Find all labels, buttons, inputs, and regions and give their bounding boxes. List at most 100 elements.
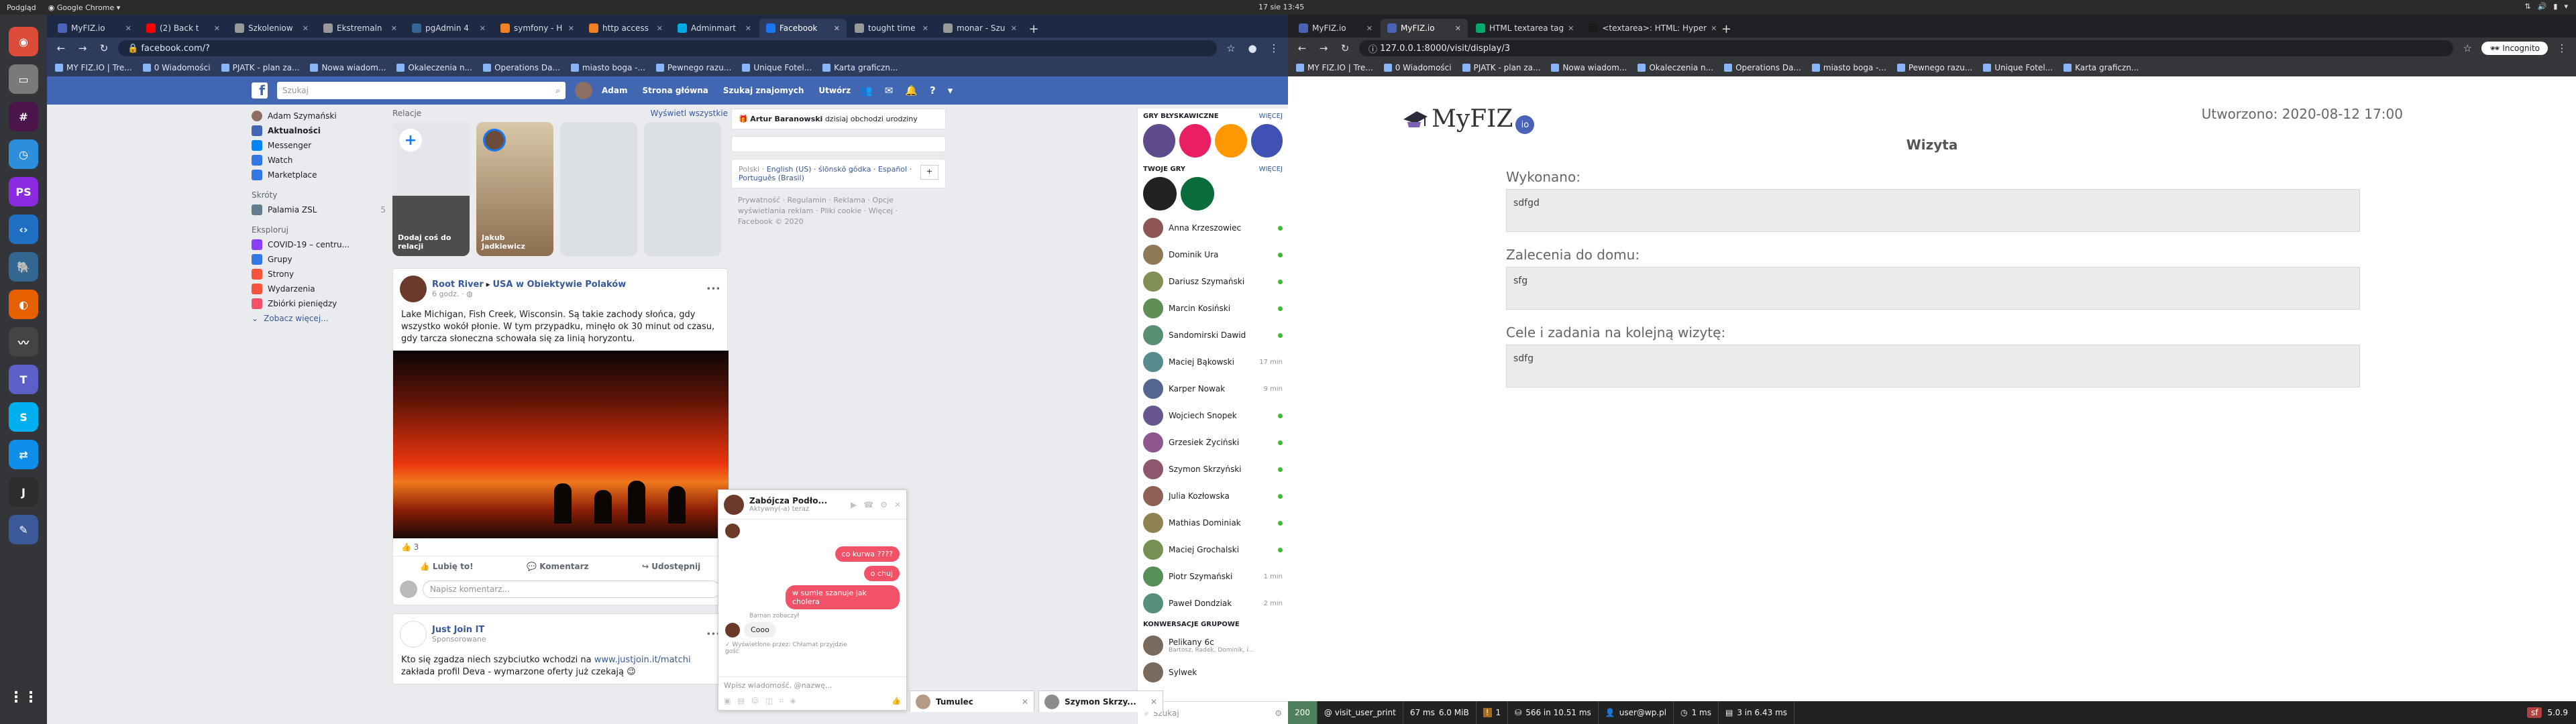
contact-item[interactable]: Sandomirski Dawid: [1138, 322, 1288, 349]
bookmark-item[interactable]: PJATK - plan za...: [1462, 63, 1540, 72]
sticker-icon[interactable]: ◫: [765, 697, 772, 706]
post-time[interactable]: 6 godz.: [432, 290, 459, 298]
next-visit-goals-field[interactable]: sdfg: [1506, 345, 2360, 387]
logs-panel[interactable]: ! 1: [1477, 701, 1509, 724]
battery-icon[interactable]: ▮: [2553, 2, 2557, 11]
facebook-logo-icon[interactable]: f: [252, 82, 268, 99]
bookmark-item[interactable]: Karta graficzn...: [2063, 63, 2139, 72]
browser-tab[interactable]: MyFIZ.io ✕: [51, 19, 138, 38]
status-code[interactable]: 200: [1288, 701, 1318, 724]
close-icon[interactable]: ✕: [1455, 24, 1461, 33]
game-icon[interactable]: [1143, 124, 1175, 158]
address-bar[interactable]: 🔒 facebook.com/?: [118, 40, 1217, 56]
menu-icon[interactable]: ⋮: [2555, 42, 2569, 54]
browser-tab[interactable]: symfony - H ✕: [494, 19, 581, 38]
avatar[interactable]: [400, 621, 427, 648]
browser-tab[interactable]: Facebook ✕: [759, 19, 847, 38]
profile-link[interactable]: Adam: [602, 86, 627, 95]
activities-button[interactable]: Podgląd: [7, 3, 36, 12]
shortcut-item[interactable]: Palamia ZSL 5: [252, 202, 386, 217]
see-more-link[interactable]: ⌄ Zobacz więcej...: [252, 311, 386, 326]
browser-tab[interactable]: Adminmart ✕: [671, 19, 758, 38]
star-icon[interactable]: ☆: [2460, 42, 2475, 54]
contact-item[interactable]: Maciej Grochalski: [1138, 536, 1288, 563]
message-input[interactable]: Wpisz wiadomość, @nazwę... ▣ ▤ ☺ ◫ ⌗ ◈ 👍: [718, 676, 906, 710]
friends-icon[interactable]: 👥: [860, 84, 873, 97]
close-icon[interactable]: ✕: [1022, 697, 1028, 707]
nav-find-friends[interactable]: Szukaj znajomych: [723, 86, 804, 95]
contact-item[interactable]: Marcin Kosiński: [1138, 295, 1288, 322]
contact-item[interactable]: Mathias Dominiak: [1138, 509, 1288, 536]
app-menu[interactable]: ◉ Google Chrome ▾: [48, 3, 121, 12]
profile-nav-item[interactable]: Adam Szymański: [252, 109, 386, 123]
like-count[interactable]: 3: [414, 542, 419, 552]
network-icon[interactable]: ⇅: [2524, 2, 2530, 11]
browser-tab[interactable]: MyFIZ.io ✕: [1381, 19, 1468, 38]
database-panel[interactable]: ⛁ 566 in 10.51 ms: [1508, 701, 1599, 724]
phone-icon[interactable]: ☎: [863, 500, 873, 509]
monitor-icon[interactable]: 〰: [9, 327, 38, 357]
contact-item[interactable]: Dominik Ura: [1138, 241, 1288, 268]
close-icon[interactable]: ✕: [125, 24, 131, 33]
game-icon[interactable]: [1215, 124, 1247, 158]
close-icon[interactable]: ✕: [745, 24, 751, 33]
comment-input[interactable]: Napisz komentarz...: [423, 581, 720, 598]
star-icon[interactable]: ☆: [1224, 42, 1238, 54]
symfony-version[interactable]: sf 5.0.9: [2518, 707, 2576, 718]
files-icon[interactable]: ▭: [9, 64, 38, 94]
bookmark-item[interactable]: MY FIZ.IO | Tre...: [1296, 63, 1373, 72]
comment-button[interactable]: 💬 Komentarz: [527, 562, 588, 571]
browser-tab[interactable]: http access ✕: [582, 19, 669, 38]
reload-icon[interactable]: ↻: [1338, 42, 1352, 54]
add-story-card[interactable]: + Dodaj coś do relacji: [392, 122, 470, 256]
skype-icon[interactable]: S: [9, 402, 38, 432]
close-icon[interactable]: ✕: [391, 24, 397, 33]
bookmark-item[interactable]: 0 Wiadomości: [1383, 63, 1452, 72]
contact-item[interactable]: Wojciech Snopek: [1138, 402, 1288, 429]
explore-item[interactable]: COVID-19 – centru...: [252, 237, 386, 252]
browser-tab[interactable]: MyFIZ.io ✕: [1292, 19, 1379, 38]
bookmark-item[interactable]: PJATK - plan za...: [221, 63, 299, 72]
avatar[interactable]: [400, 276, 427, 302]
gif-icon[interactable]: ▤: [737, 697, 744, 706]
story-card[interactable]: Jakub Jadkiewicz: [476, 122, 553, 256]
explore-item[interactable]: Wydarzenia: [252, 282, 386, 296]
back-icon[interactable]: ←: [1295, 42, 1309, 54]
bookmark-item[interactable]: Okaleczenia n...: [1638, 63, 1713, 72]
game-icon[interactable]: [1250, 124, 1283, 158]
more-icon[interactable]: •••: [706, 284, 720, 294]
post-photo[interactable]: [393, 351, 729, 538]
dropdown-icon[interactable]: ▾: [948, 84, 953, 97]
new-tab-button[interactable]: +: [1717, 20, 1735, 38]
bookmark-item[interactable]: Unique Fotel...: [742, 63, 812, 72]
show-apps-icon[interactable]: ⋮⋮: [9, 682, 38, 712]
like-button[interactable]: 👍 Lubię to!: [420, 562, 474, 571]
bookmark-item[interactable]: Okaleczenia n...: [396, 63, 472, 72]
forward-icon[interactable]: →: [1316, 42, 1331, 54]
close-icon[interactable]: ✕: [568, 24, 574, 33]
attach-icon[interactable]: ⌗: [780, 697, 784, 706]
avatar[interactable]: [575, 82, 592, 99]
browser-tab[interactable]: <textarea>: HTML: Hyper ✕: [1582, 19, 1716, 38]
myfiz-logo[interactable]: MyFIZ io: [1402, 103, 1535, 134]
reload-icon[interactable]: ↻: [97, 42, 111, 54]
avatar[interactable]: [724, 494, 744, 515]
teamviewer-icon[interactable]: ⇄: [9, 440, 38, 469]
contact-item[interactable]: Anna Krzeszowiec: [1138, 215, 1288, 241]
see-all-stories-link[interactable]: Wyświetl wszystkie: [651, 109, 728, 118]
power-menu-icon[interactable]: ▾: [2564, 2, 2568, 11]
new-tab-button[interactable]: +: [1025, 20, 1042, 38]
explore-item[interactable]: Zbiórki pieniędzy: [252, 296, 386, 311]
messenger-icon[interactable]: ✉: [885, 84, 894, 97]
close-icon[interactable]: ✕: [834, 24, 840, 33]
close-icon[interactable]: ✕: [480, 24, 486, 33]
browser-tab[interactable]: pgAdmin 4 ✕: [405, 19, 492, 38]
close-icon[interactable]: ✕: [1366, 24, 1373, 33]
back-icon[interactable]: ←: [54, 42, 68, 54]
pgadmin-icon[interactable]: 🐘: [9, 252, 38, 282]
share-button[interactable]: ↪ Udostępnij: [642, 562, 700, 571]
more-your-games-link[interactable]: WIĘCEJ: [1259, 166, 1283, 173]
close-icon[interactable]: ✕: [1150, 697, 1157, 707]
browser-tab[interactable]: monar - Szu ✕: [936, 19, 1024, 38]
volume-icon[interactable]: 🔊: [2538, 2, 2547, 11]
